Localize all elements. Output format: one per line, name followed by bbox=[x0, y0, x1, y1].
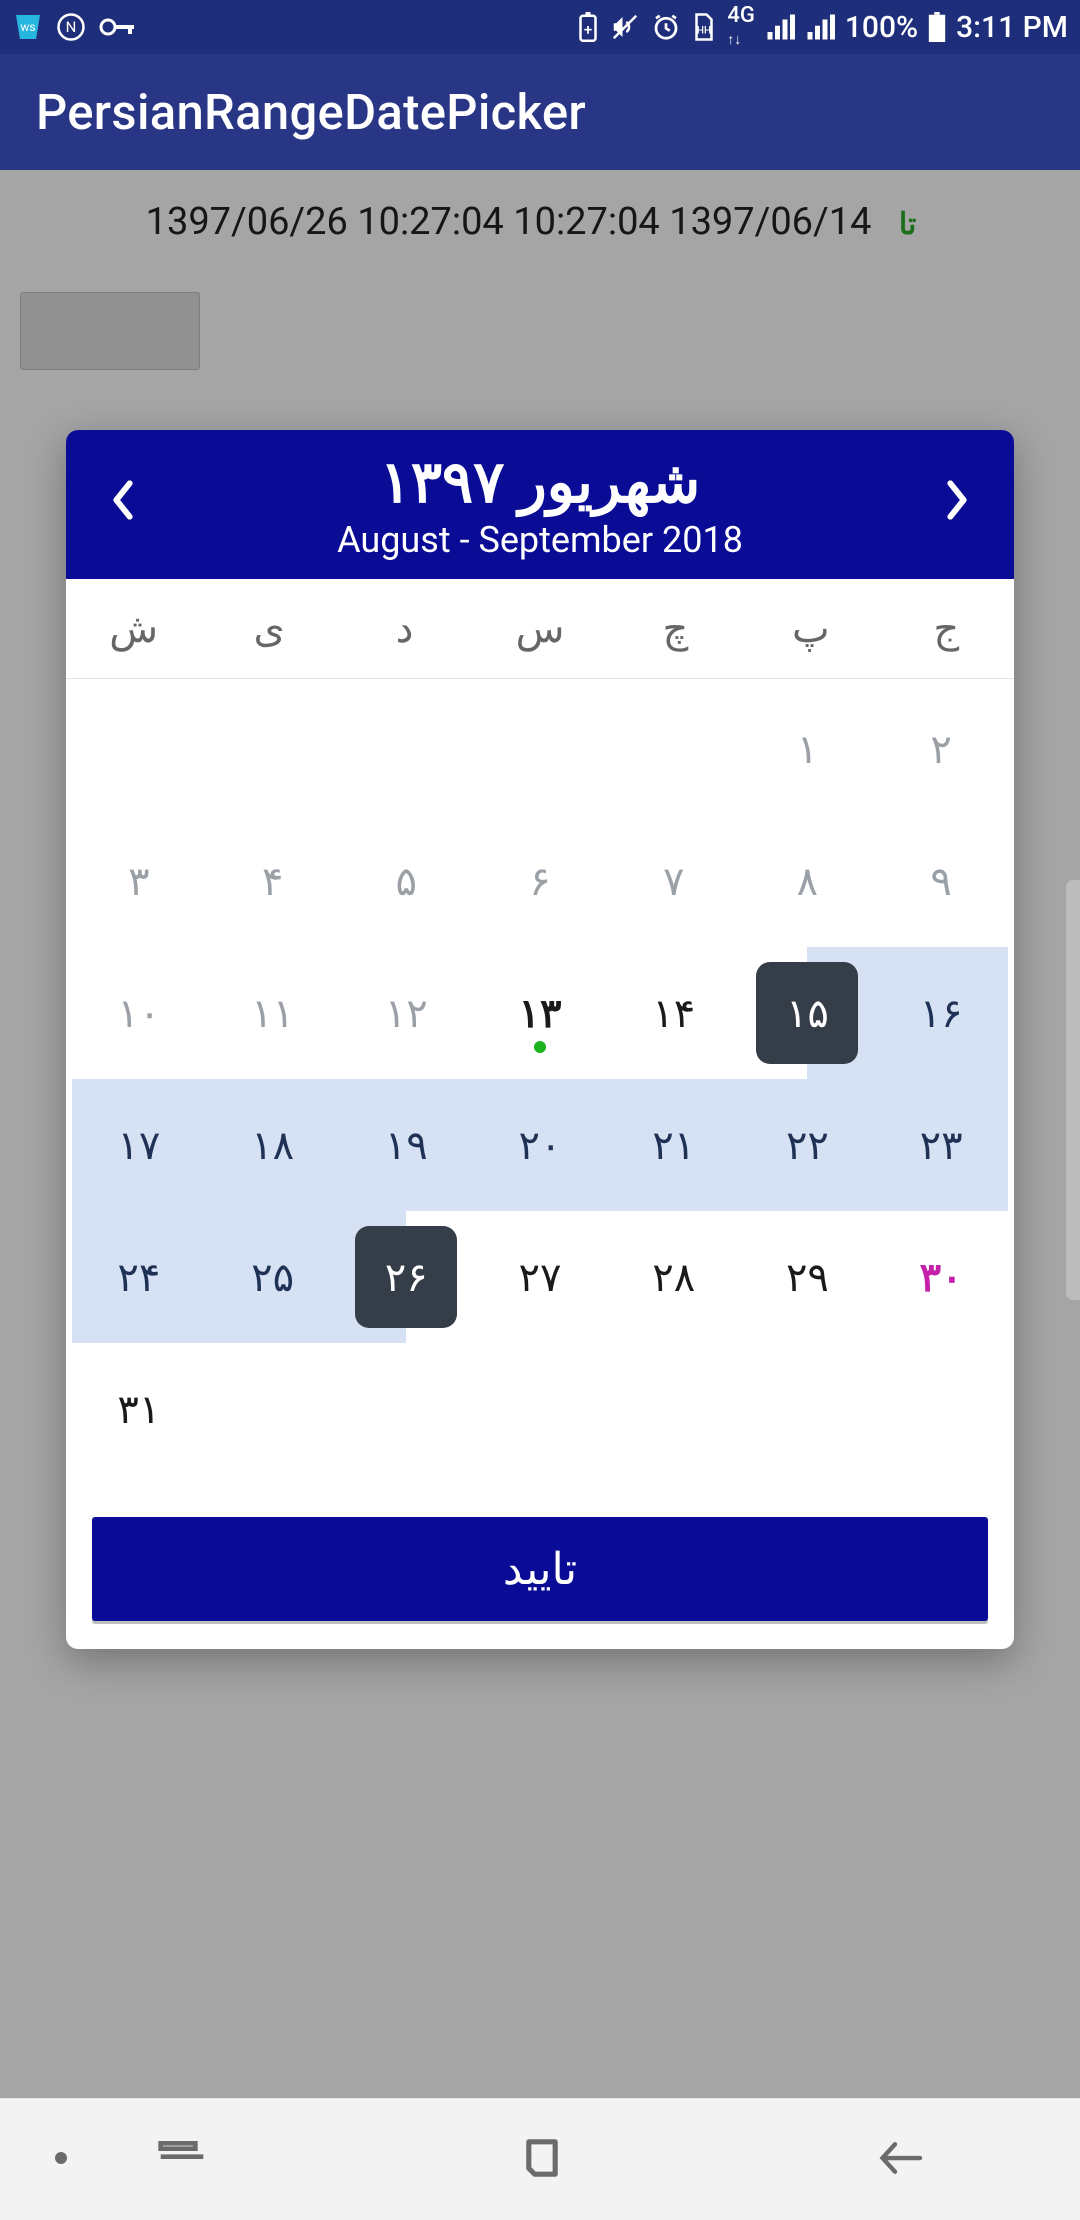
day-cell[interactable]: ۱۵ bbox=[741, 947, 875, 1079]
app-bar: PersianRangeDatePicker bbox=[0, 54, 1080, 170]
app-badge-icon: ws bbox=[12, 11, 44, 43]
day-cell[interactable]: ۳۱ bbox=[72, 1343, 206, 1475]
day-cell[interactable]: ۳۰ bbox=[874, 1211, 1008, 1343]
day-cell[interactable]: ۹ bbox=[874, 815, 1008, 947]
day-cell bbox=[473, 683, 607, 815]
weekday-header: ی bbox=[201, 605, 336, 652]
day-cell[interactable]: ۶ bbox=[473, 815, 607, 947]
weekday-header: ش bbox=[66, 605, 201, 652]
month-gregorian: August - September 2018 bbox=[66, 519, 1014, 561]
network-type: 4G↑↓ bbox=[727, 5, 755, 49]
key-icon bbox=[98, 15, 138, 39]
scroll-indicator bbox=[1066, 880, 1080, 1300]
day-cell bbox=[72, 683, 206, 815]
day-cell[interactable]: ۵ bbox=[339, 815, 473, 947]
day-cell bbox=[607, 1343, 741, 1475]
vibrate-mute-icon bbox=[609, 12, 641, 42]
day-cell[interactable]: ۱۹ bbox=[339, 1079, 473, 1211]
day-cell[interactable]: ۲۵ bbox=[206, 1211, 340, 1343]
day-cell[interactable]: ۲۲ bbox=[741, 1079, 875, 1211]
svg-text:HH: HH bbox=[697, 25, 711, 36]
day-cell[interactable]: ۱۱ bbox=[206, 947, 340, 1079]
svg-text:ws: ws bbox=[20, 20, 35, 34]
nav-home-button[interactable] bbox=[520, 2136, 564, 2184]
dialog-header: شهریور ۱۳۹۷ August - September 2018 bbox=[66, 430, 1014, 579]
nav-back-button[interactable] bbox=[875, 2138, 925, 2182]
day-cell[interactable]: ۴ bbox=[206, 815, 340, 947]
day-cell[interactable]: ۲ bbox=[874, 683, 1008, 815]
signal-1-icon bbox=[765, 14, 795, 40]
weekday-row: شیدسچپج bbox=[66, 579, 1014, 679]
day-cell bbox=[206, 683, 340, 815]
system-nav-bar bbox=[0, 2098, 1080, 2220]
prev-month-button[interactable] bbox=[88, 459, 158, 551]
status-bar: ws N + HH 4G↑↓ bbox=[0, 0, 1080, 54]
nav-dot-icon bbox=[54, 2150, 68, 2169]
day-cell[interactable]: ۱۰ bbox=[72, 947, 206, 1079]
sim-icon: HH bbox=[691, 12, 717, 42]
clock-time: 3:11 PM bbox=[956, 10, 1068, 45]
day-cell[interactable]: ۲۶ bbox=[339, 1211, 473, 1343]
battery-full-icon bbox=[928, 12, 946, 42]
weekday-header: ج bbox=[879, 605, 1014, 652]
day-cell[interactable]: ۱۷ bbox=[72, 1079, 206, 1211]
day-cell bbox=[206, 1343, 340, 1475]
day-cell[interactable]: ۲۴ bbox=[72, 1211, 206, 1343]
next-month-button[interactable] bbox=[922, 459, 992, 551]
day-grid: ۱۲۳۴۵۶۷۸۹۱۰۱۱۱۲۱۳۱۴۱۵۱۶۱۷۱۸۱۹۲۰۲۱۲۲۲۳۲۴۲… bbox=[66, 679, 1014, 1505]
day-cell bbox=[339, 1343, 473, 1475]
day-cell bbox=[473, 1343, 607, 1475]
battery-saver-icon: + bbox=[577, 12, 599, 42]
day-cell[interactable]: ۲۳ bbox=[874, 1079, 1008, 1211]
month-persian: شهریور ۱۳۹۷ bbox=[66, 448, 1014, 517]
day-cell bbox=[607, 683, 741, 815]
day-cell bbox=[741, 1343, 875, 1475]
n-circle-icon: N bbox=[56, 12, 86, 42]
day-cell[interactable]: ۲۰ bbox=[473, 1079, 607, 1211]
day-cell[interactable]: ۲۱ bbox=[607, 1079, 741, 1211]
day-cell[interactable]: ۱ bbox=[741, 683, 875, 815]
day-cell[interactable]: ۲۷ bbox=[473, 1211, 607, 1343]
day-cell bbox=[874, 1343, 1008, 1475]
svg-text:N: N bbox=[66, 18, 77, 36]
day-cell[interactable]: ۱۲ bbox=[339, 947, 473, 1079]
day-cell[interactable]: ۱۶ bbox=[874, 947, 1008, 1079]
app-title: PersianRangeDatePicker bbox=[36, 84, 586, 141]
day-cell bbox=[339, 683, 473, 815]
day-cell[interactable]: ۱۳ bbox=[473, 947, 607, 1079]
confirm-button[interactable]: تایید bbox=[92, 1517, 988, 1621]
weekday-header: چ bbox=[608, 605, 743, 652]
weekday-header: د bbox=[337, 605, 472, 652]
battery-percent: 100% bbox=[845, 10, 918, 45]
weekday-header: پ bbox=[743, 605, 878, 652]
date-picker-dialog: شهریور ۱۳۹۷ August - September 2018 شیدس… bbox=[66, 430, 1014, 1649]
day-cell[interactable]: ۷ bbox=[607, 815, 741, 947]
svg-text:+: + bbox=[584, 21, 592, 39]
weekday-header: س bbox=[472, 605, 607, 652]
day-cell[interactable]: ۲۸ bbox=[607, 1211, 741, 1343]
day-cell[interactable]: ۳ bbox=[72, 815, 206, 947]
day-cell[interactable]: ۸ bbox=[741, 815, 875, 947]
nav-recents-button[interactable] bbox=[155, 2138, 209, 2182]
signal-2-icon bbox=[805, 14, 835, 40]
day-cell[interactable]: ۱۴ bbox=[607, 947, 741, 1079]
day-cell[interactable]: ۱۸ bbox=[206, 1079, 340, 1211]
alarm-icon bbox=[651, 12, 681, 42]
day-cell[interactable]: ۲۹ bbox=[741, 1211, 875, 1343]
